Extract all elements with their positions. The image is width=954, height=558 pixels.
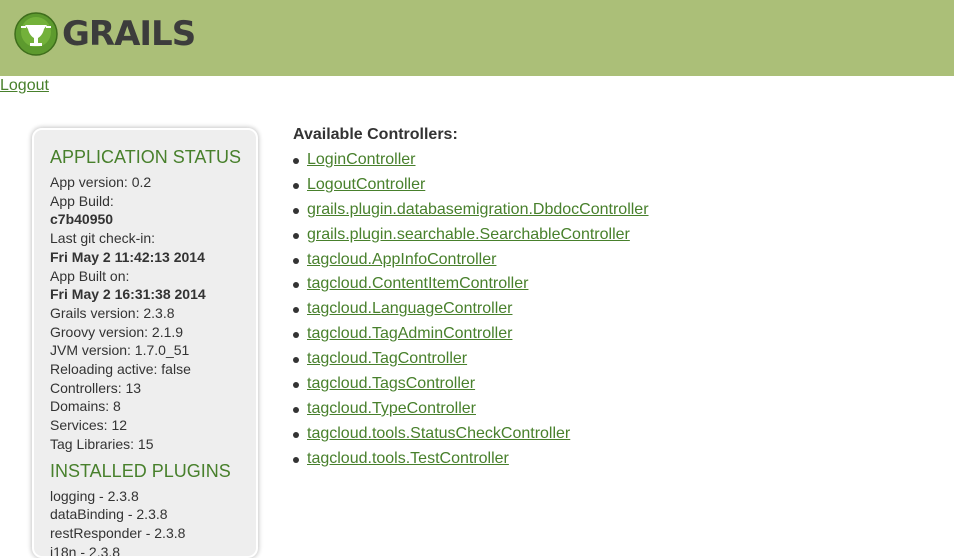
- controllers-heading: Available Controllers:: [293, 126, 458, 143]
- controller-list: LoginController LogoutController grails.pl…: [293, 148, 649, 472]
- controller-item: tagcloud.TagsController: [293, 372, 649, 397]
- application-status-list: App version: 0.2 App Build: c7b40950 Last g…: [50, 173, 256, 454]
- bullet-icon: [293, 307, 299, 314]
- grails-logo[interactable]: GRAILS: [14, 12, 196, 56]
- controller-item: grails.plugin.databasemigration.DbdocCon…: [293, 198, 649, 223]
- grails-cup-icon: [14, 12, 58, 56]
- controller-item: tagcloud.TypeController: [293, 397, 649, 422]
- controller-link[interactable]: tagcloud.tools.TestController: [307, 450, 509, 467]
- controller-link[interactable]: tagcloud.LanguageController: [307, 300, 512, 317]
- header: GRAILS: [0, 0, 954, 76]
- controller-item: LoginController: [293, 148, 649, 173]
- controller-item: tagcloud.TagAdminController: [293, 322, 649, 347]
- controller-item: grails.plugin.searchable.SearchableContr…: [293, 223, 649, 248]
- bullet-icon: [293, 182, 299, 189]
- controller-item: tagcloud.LanguageController: [293, 297, 649, 322]
- bullet-icon: [293, 431, 299, 438]
- controller-link[interactable]: grails.plugin.databasemigration.DbdocCon…: [307, 201, 649, 218]
- status-line: Reloading active: false: [50, 361, 191, 378]
- bullet-icon: [293, 406, 299, 413]
- plugin-item: dataBinding - 2.3.8: [50, 506, 168, 523]
- controller-item: tagcloud.tools.TestController: [293, 447, 649, 472]
- main-content: Available Controllers: LoginController Lo…: [293, 126, 649, 472]
- bullet-icon: [293, 332, 299, 339]
- logout-link[interactable]: Logout: [0, 77, 49, 95]
- status-line: App Build:: [50, 192, 114, 209]
- controller-item: tagcloud.ContentItemController: [293, 272, 649, 297]
- controller-item: LogoutController: [293, 173, 649, 198]
- controller-link[interactable]: grails.plugin.searchable.SearchableContr…: [307, 226, 630, 243]
- status-line: Controllers: 13: [50, 379, 142, 396]
- controller-link[interactable]: tagcloud.TypeController: [307, 400, 476, 417]
- installed-plugins-list: logging - 2.3.8 dataBinding - 2.3.8 restRe…: [50, 487, 256, 558]
- bullet-icon: [293, 158, 299, 164]
- status-line: Services: 12: [50, 417, 128, 434]
- controller-link[interactable]: tagcloud.TagController: [307, 350, 467, 367]
- controller-item: tagcloud.tools.StatusCheckController: [293, 422, 649, 447]
- controller-link[interactable]: tagcloud.tools.StatusCheckController: [307, 425, 570, 442]
- bullet-icon: [293, 232, 299, 239]
- status-line: App Built on:: [50, 267, 130, 284]
- bullet-icon: [293, 207, 299, 214]
- controller-link[interactable]: tagcloud.AppInfoController: [307, 251, 496, 268]
- plugin-item: i18n - 2.3.8: [50, 543, 121, 558]
- bullet-icon: [293, 357, 299, 364]
- bullet-icon: [293, 382, 299, 389]
- status-line: Last git check-in:: [50, 230, 156, 247]
- logo-text: GRAILS: [62, 14, 196, 54]
- controller-item: tagcloud.AppInfoController: [293, 248, 649, 273]
- status-line: Fri May 2 11:42:13 2014: [50, 248, 205, 265]
- controller-link[interactable]: tagcloud.TagsController: [307, 375, 475, 392]
- controller-link[interactable]: tagcloud.ContentItemController: [307, 275, 528, 292]
- status-line: Groovy version: 2.1.9: [50, 323, 184, 340]
- status-line: Grails version: 2.3.8: [50, 304, 175, 321]
- status-line: c7b40950: [50, 211, 114, 228]
- controller-link[interactable]: LoginController: [307, 151, 416, 168]
- status-line: App version: 0.2: [50, 174, 152, 190]
- controller-link[interactable]: tagcloud.TagAdminController: [307, 325, 512, 342]
- status-line: Domains: 8: [50, 398, 121, 415]
- installed-plugins-heading: INSTALLED PLUGINS: [50, 460, 231, 481]
- controller-item: tagcloud.TagController: [293, 347, 649, 372]
- status-panel: APPLICATION STATUS App version: 0.2 App B…: [32, 128, 258, 558]
- status-line: Fri May 2 16:31:38 2014: [50, 286, 206, 303]
- bullet-icon: [293, 257, 299, 264]
- plugin-item: logging - 2.3.8: [50, 487, 139, 504]
- bullet-icon: [293, 456, 299, 463]
- controller-link[interactable]: LogoutController: [307, 176, 425, 193]
- status-line: Tag Libraries: 15: [50, 435, 154, 452]
- plugin-item: restResponder - 2.3.8: [50, 524, 186, 541]
- status-line: JVM version: 1.7.0_51: [50, 342, 190, 359]
- bullet-icon: [293, 282, 299, 289]
- application-status-heading: APPLICATION STATUS: [50, 147, 242, 167]
